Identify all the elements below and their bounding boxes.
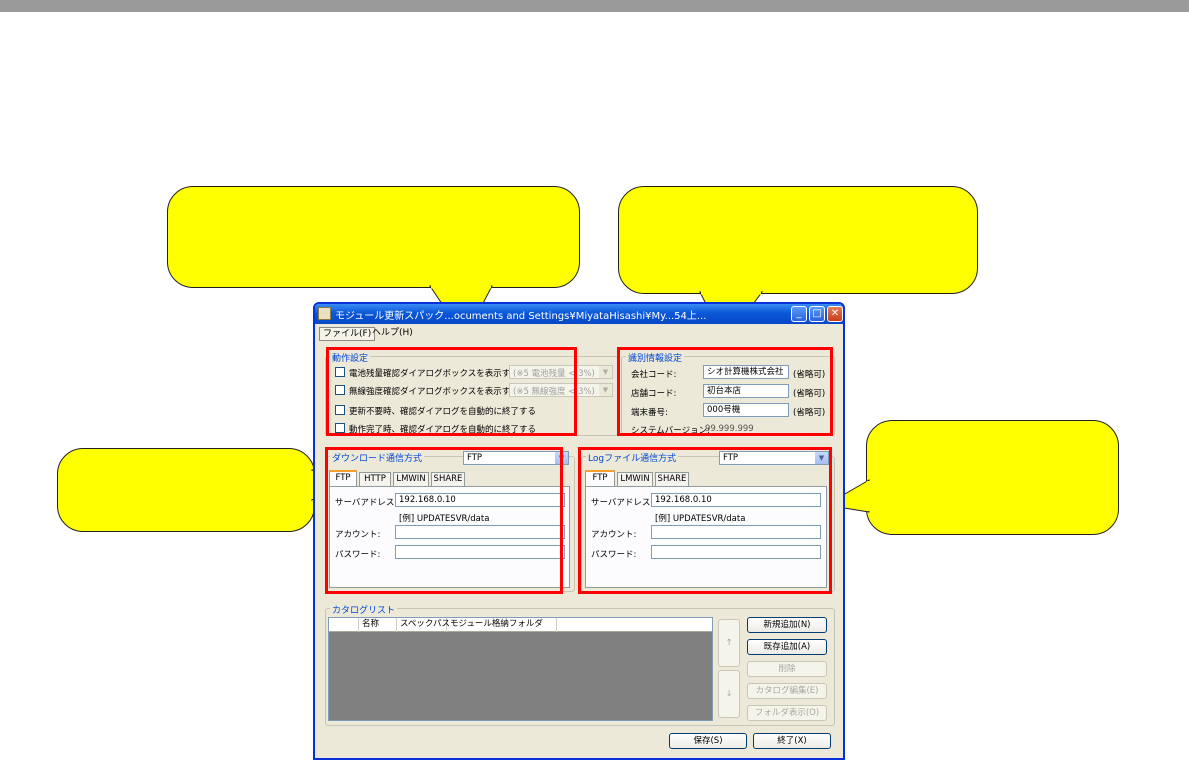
log-password-label: パスワード: (591, 550, 637, 560)
system-version-value: 99.999.999 (705, 424, 754, 434)
store-code-optional: (省略可) (793, 389, 826, 399)
menu-bar: ファイル(F) ヘルプ(H) (315, 324, 843, 344)
tab-download-ftp[interactable]: FTP (329, 470, 357, 486)
move-up-button[interactable]: ↑ (718, 619, 740, 667)
top-rule (0, 0, 1189, 12)
folder-view-button[interactable]: フォルダ表示(O) (747, 705, 827, 721)
delete-button[interactable]: 削除 (747, 661, 827, 677)
maximize-button[interactable]: □ (809, 306, 825, 322)
operation-settings-legend: 動作設定 (330, 351, 371, 364)
signal-check-checkbox[interactable] (335, 385, 345, 395)
signal-check-label: 無線強度確認ダイアログボックスを表示する (349, 387, 519, 397)
log-legend: Logファイル通信方式 (586, 451, 679, 464)
auto-close-complete-label: 動作完了時、確認ダイアログを自動的に終了する (349, 425, 537, 435)
menu-help[interactable]: ヘルプ(H) (369, 327, 416, 341)
log-server-label: サーバアドレス: (591, 498, 654, 508)
download-server-label: サーバアドレス: (335, 498, 398, 508)
tab-log-share[interactable]: SHARE (655, 472, 689, 486)
log-method-value: FTP (723, 453, 739, 463)
catalog-col-module-folder[interactable]: モジュール格納フォルダ (447, 618, 557, 632)
callout-top-left (167, 186, 580, 288)
store-code-label: 店舗コード: (631, 389, 677, 399)
move-down-button[interactable]: ↓ (718, 670, 740, 718)
catalog-col-name[interactable]: 名称 (359, 618, 397, 632)
download-password-input[interactable] (395, 545, 565, 559)
download-account-input[interactable] (395, 525, 565, 539)
chevron-down-icon: ▼ (599, 366, 612, 378)
exit-button[interactable]: 終了(X) (753, 733, 831, 749)
catalog-legend: カタログリスト (330, 603, 398, 616)
tab-download-share[interactable]: SHARE (431, 472, 465, 486)
save-button[interactable]: 保存(S) (669, 733, 747, 749)
download-password-label: パスワード: (335, 550, 381, 560)
company-code-optional: (省略可) (793, 370, 826, 380)
catalog-table[interactable]: 名称 スペックパス モジュール格納フォルダ (328, 617, 713, 721)
tab-download-lmwin[interactable]: LMWIN (393, 472, 429, 486)
title-bar[interactable]: モジュール更新スパック...ocuments and Settings¥Miya… (315, 304, 843, 324)
close-button[interactable]: ✕ (827, 306, 843, 322)
catalog-edit-button[interactable]: カタログ編集(E) (747, 683, 827, 699)
app-icon (318, 307, 331, 320)
callout-left (57, 448, 315, 532)
catalog-table-header: 名称 スペックパス モジュール格納フォルダ (329, 618, 712, 632)
identification-legend: 識別情報設定 (626, 351, 685, 364)
callout-top-right (618, 186, 978, 294)
log-example-text: [例] UPDATESVR/data (655, 514, 746, 524)
store-code-input[interactable]: 初台本店 (703, 384, 789, 398)
chevron-down-icon: ▼ (599, 384, 612, 396)
signal-threshold-select[interactable]: (※5 無線強度 < 3%) ▼ (509, 383, 613, 397)
catalog-col-spec-path[interactable]: スペックパス (397, 618, 450, 632)
signal-threshold-value: (※5 無線強度 < 3%) (513, 387, 595, 397)
log-method-select[interactable]: FTP ▼ (719, 451, 829, 465)
system-version-label: システムバージョン: (631, 426, 710, 436)
terminal-number-input[interactable]: 000号機 (703, 403, 789, 417)
callout-right (866, 420, 1119, 535)
tab-log-ftp[interactable]: FTP (585, 470, 615, 486)
download-server-input[interactable]: 192.168.0.10 (395, 493, 565, 507)
catalog-col-select[interactable] (329, 618, 359, 632)
log-account-label: アカウント: (591, 530, 637, 540)
terminal-number-label: 端末番号: (631, 408, 668, 418)
log-server-input[interactable]: 192.168.0.10 (651, 493, 821, 507)
company-code-input[interactable]: シオ計算機株式会社 (703, 365, 789, 379)
auto-close-noupdate-label: 更新不要時、確認ダイアログを自動的に終了する (349, 407, 537, 417)
download-legend: ダウンロード通信方式 (330, 451, 425, 464)
tab-download-http[interactable]: HTTP (359, 472, 391, 486)
download-account-label: アカウント: (335, 530, 381, 540)
new-add-button[interactable]: 新規追加(N) (747, 617, 827, 633)
log-password-input[interactable] (651, 545, 821, 559)
tab-log-lmwin[interactable]: LMWIN (617, 472, 653, 486)
download-method-select[interactable]: FTP ▼ (463, 451, 569, 465)
download-method-value: FTP (467, 453, 483, 463)
existing-add-button[interactable]: 既存追加(A) (747, 639, 827, 655)
auto-close-noupdate-checkbox[interactable] (335, 405, 345, 415)
download-example-text: [例] UPDATESVR/data (399, 514, 490, 524)
terminal-number-optional: (省略可) (793, 408, 826, 418)
app-window: モジュール更新スパック...ocuments and Settings¥Miya… (313, 302, 845, 760)
menu-file[interactable]: ファイル(F) (319, 327, 376, 341)
battery-check-label: 電池残量確認ダイアログボックスを表示する (349, 369, 519, 379)
minimize-button[interactable]: _ (791, 306, 807, 322)
log-account-input[interactable] (651, 525, 821, 539)
battery-check-checkbox[interactable] (335, 367, 345, 377)
battery-threshold-value: (※5 電池残量 < 3%) (513, 369, 595, 379)
chevron-down-icon: ▼ (555, 452, 568, 464)
chevron-down-icon: ▼ (815, 452, 828, 464)
window-title: モジュール更新スパック...ocuments and Settings¥Miya… (335, 311, 707, 322)
company-code-label: 会社コード: (631, 370, 677, 380)
auto-close-complete-checkbox[interactable] (335, 423, 345, 433)
battery-threshold-select[interactable]: (※5 電池残量 < 3%) ▼ (509, 365, 613, 379)
